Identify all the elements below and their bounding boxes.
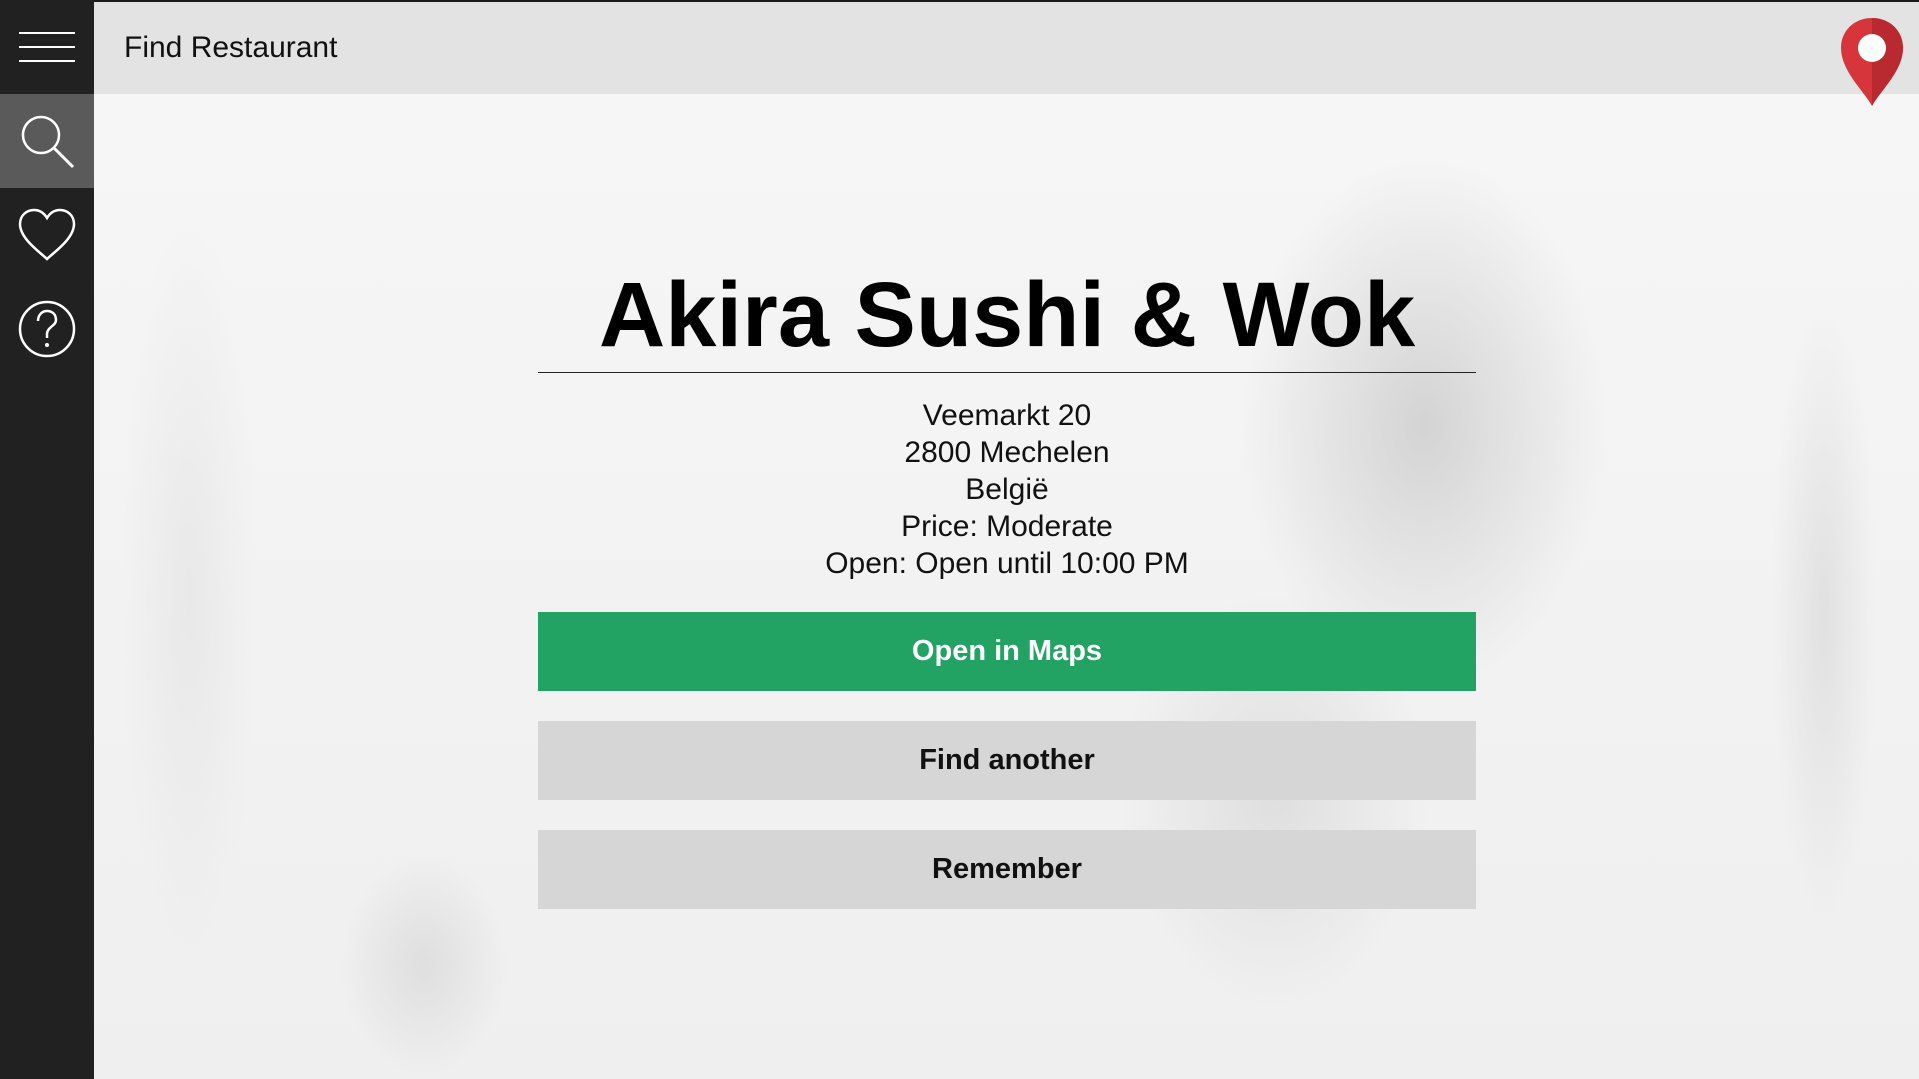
page-title: Find Restaurant <box>124 31 338 64</box>
help-nav-button[interactable] <box>0 282 94 376</box>
heart-icon <box>18 208 76 261</box>
restaurant-name: Akira Sushi & Wok <box>538 260 1476 373</box>
find-another-button[interactable]: Find another <box>538 721 1476 800</box>
remember-button[interactable]: Remember <box>538 830 1476 909</box>
search-icon <box>21 115 75 169</box>
favorites-nav-button[interactable] <box>0 188 94 282</box>
address-city: 2800 Mechelen <box>904 436 1110 469</box>
open-in-maps-button[interactable]: Open in Maps <box>538 612 1476 691</box>
restaurant-card: Akira Sushi & Wok Veemarkt 20 2800 Meche… <box>538 260 1476 909</box>
search-nav-button[interactable] <box>0 94 94 188</box>
help-icon <box>18 300 76 358</box>
sidebar <box>0 0 94 1079</box>
menu-button[interactable] <box>0 0 94 94</box>
address-country: België <box>965 473 1049 506</box>
restaurant-details: Veemarkt 20 2800 Mechelen België Price: … <box>538 397 1476 582</box>
app-window: Find Restaurant Akira Sushi & Wok Veemar… <box>0 0 1919 1079</box>
address-street: Veemarkt 20 <box>922 399 1092 432</box>
menu-icon <box>19 32 75 62</box>
price-info: Price: Moderate <box>901 510 1113 543</box>
opening-hours: Open: Open until 10:00 PM <box>825 547 1189 580</box>
top-bar: Find Restaurant <box>94 0 1919 94</box>
location-pin-icon[interactable] <box>1839 16 1905 108</box>
